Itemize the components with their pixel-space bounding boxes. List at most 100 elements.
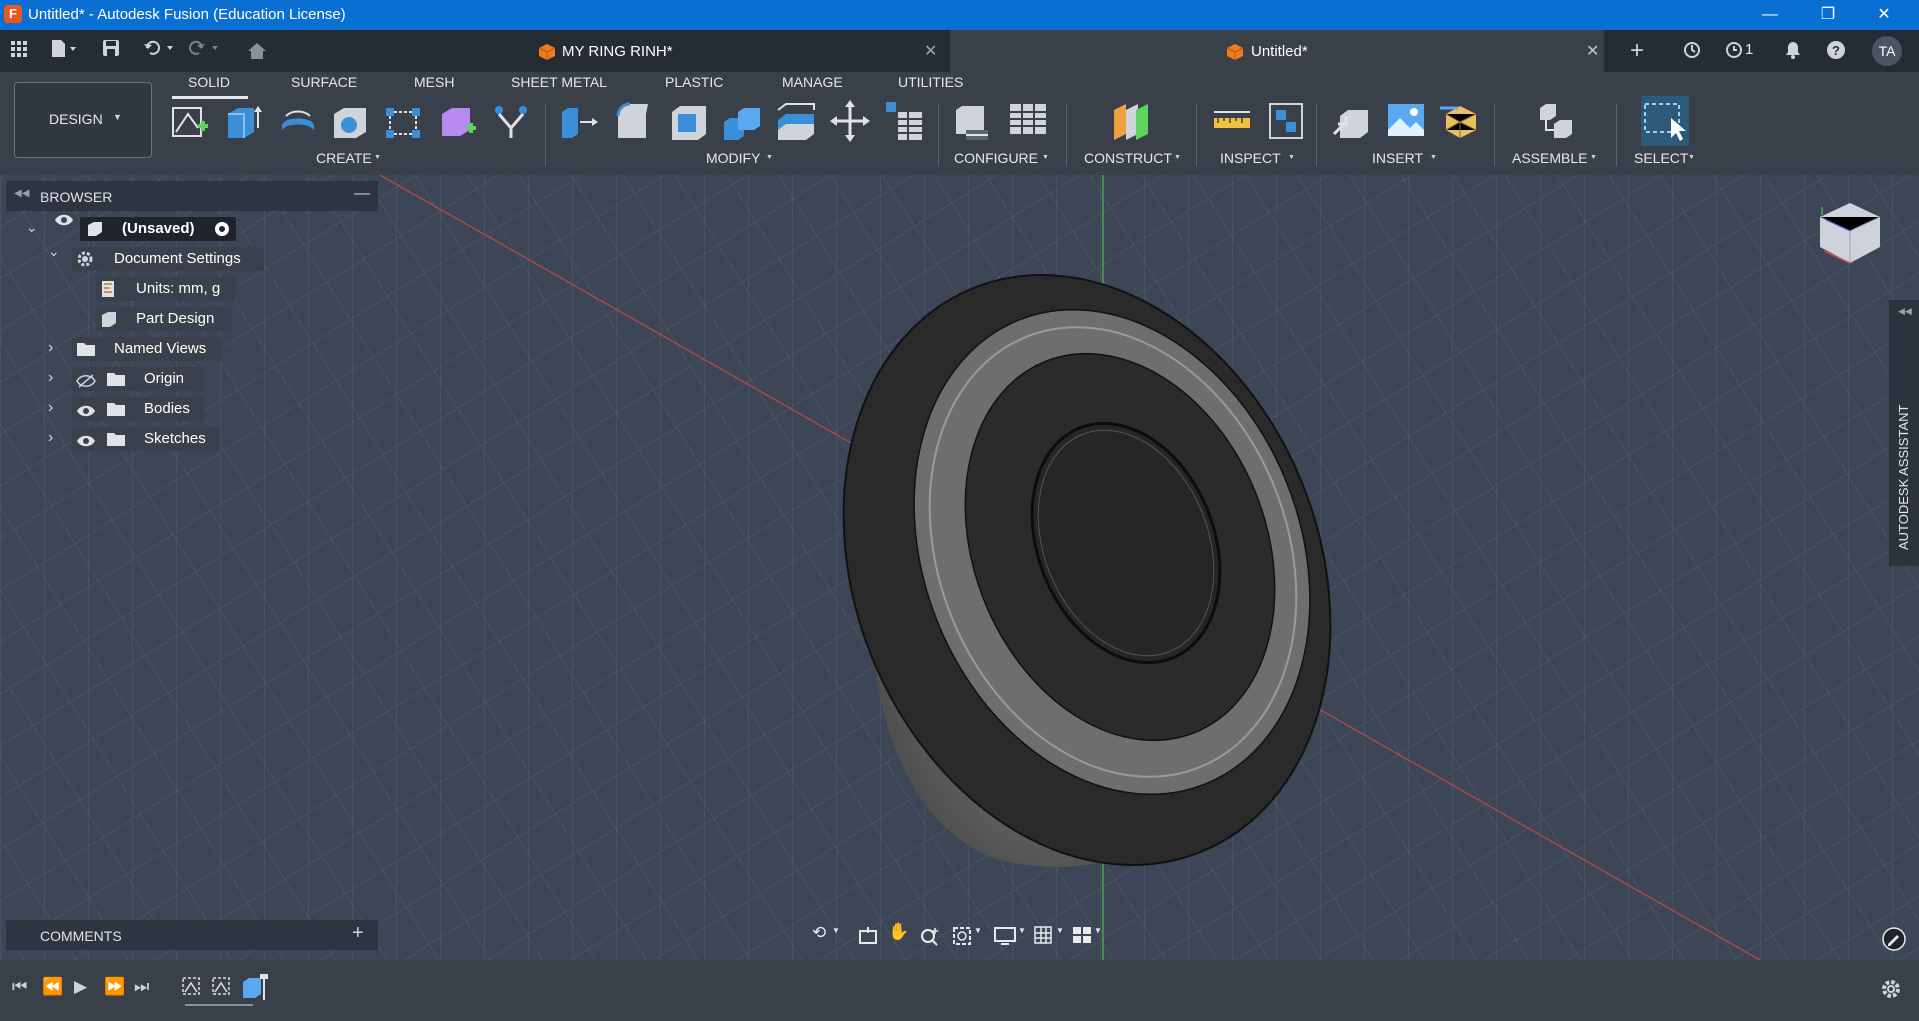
chevron-down-icon[interactable]: ▼ — [1042, 154, 1049, 161]
help-icon[interactable]: ? — [1826, 40, 1846, 65]
chevron-right-icon[interactable]: › — [48, 369, 53, 387]
refresh-icon[interactable] — [1682, 40, 1702, 65]
tab-solid[interactable]: SOLID — [188, 74, 230, 90]
derive-icon[interactable] — [492, 100, 532, 142]
select-group-label[interactable]: SELECT — [1634, 150, 1688, 166]
create-sketch-icon[interactable] — [170, 100, 210, 142]
hole-icon[interactable] — [330, 100, 370, 142]
chevron-down-icon[interactable]: ▼ — [1056, 926, 1064, 935]
tab-my-ring-rinh[interactable]: MY RING RINH* ✕ — [520, 30, 948, 72]
configure-table-icon[interactable] — [1008, 100, 1048, 142]
tree-document-settings[interactable]: Document Settings — [72, 247, 264, 271]
chevron-down-icon[interactable]: ▼ — [1018, 926, 1026, 935]
create-group-label[interactable]: CREATE — [316, 150, 372, 166]
tab-untitled[interactable]: Untitled* ✕ — [950, 30, 1604, 72]
tree-units[interactable]: Units: mm, g — [96, 277, 236, 301]
fillet-icon[interactable] — [614, 100, 654, 142]
insert-mesh-icon[interactable] — [1440, 100, 1480, 142]
sketch-pencil-icon[interactable] — [1882, 927, 1906, 956]
tab-surface[interactable]: SURFACE — [291, 74, 357, 90]
file-icon[interactable] — [50, 39, 78, 64]
display-settings-icon[interactable] — [994, 926, 1016, 951]
change-parameters-icon[interactable] — [884, 100, 924, 142]
tab-manage[interactable]: MANAGE — [782, 74, 843, 90]
fit-icon[interactable] — [952, 926, 972, 951]
offset-face-icon[interactable] — [776, 100, 816, 142]
shell-icon[interactable] — [668, 100, 708, 142]
tree-part-design[interactable]: Part Design — [96, 307, 232, 331]
timeline-extrude-feature-icon[interactable] — [240, 972, 270, 1007]
go-to-start-icon[interactable]: ⏮ — [12, 977, 27, 997]
tree-named-views[interactable]: Named Views — [72, 337, 222, 361]
user-avatar[interactable]: TA — [1872, 36, 1902, 66]
restore-button[interactable]: ❐ — [1800, 0, 1856, 30]
chevron-right-icon[interactable]: › — [48, 339, 53, 357]
tab-plastic[interactable]: PLASTIC — [665, 74, 723, 90]
inspect-group-label[interactable]: INSPECT — [1220, 150, 1281, 166]
chevron-right-icon[interactable]: › — [48, 399, 53, 417]
clock-icon[interactable] — [1724, 40, 1744, 65]
create-form-icon[interactable] — [438, 100, 478, 142]
3d-viewport[interactable]: ◀◀ BROWSER — ⌄ (Unsaved) ⌄ Document Sett… — [0, 175, 1919, 960]
construct-group-label[interactable]: CONSTRUCT — [1084, 150, 1172, 166]
offset-plane-icon[interactable] — [1110, 100, 1150, 142]
section-analysis-icon[interactable] — [1266, 100, 1306, 142]
step-forward-icon[interactable]: ⏩ — [104, 977, 125, 997]
go-to-end-icon[interactable]: ⏭ — [134, 977, 149, 997]
measure-icon[interactable] — [1212, 100, 1252, 142]
tab-mesh[interactable]: MESH — [414, 74, 454, 90]
eye-icon[interactable] — [76, 402, 96, 426]
redo-icon[interactable] — [186, 39, 222, 62]
workspace-switcher[interactable]: DESIGN ▼ — [14, 82, 152, 158]
orbit-icon[interactable]: ⟲ — [812, 923, 826, 943]
insert-group-label[interactable]: INSERT — [1372, 150, 1423, 166]
eye-hidden-icon[interactable] — [76, 372, 96, 396]
bell-icon[interactable] — [1784, 40, 1802, 65]
chevron-down-icon[interactable]: ▼ — [1094, 926, 1102, 935]
configure-icon[interactable] — [952, 100, 992, 142]
move-icon[interactable] — [830, 100, 870, 142]
activate-radio-icon[interactable] — [214, 221, 230, 242]
autodesk-assistant-panel[interactable]: ◀◀ AUTODESK ASSISTANT — [1889, 300, 1919, 566]
home-icon[interactable] — [247, 42, 267, 65]
combine-icon[interactable] — [722, 100, 762, 142]
insert-derive-icon[interactable] — [1332, 100, 1372, 142]
chevron-down-icon[interactable]: ▼ — [1590, 154, 1597, 161]
press-pull-icon[interactable] — [560, 100, 600, 142]
gear-icon[interactable] — [1880, 978, 1902, 1005]
extrude-icon[interactable] — [224, 100, 264, 142]
configure-group-label[interactable]: CONFIGURE — [954, 150, 1038, 166]
grid-icon[interactable] — [10, 40, 28, 63]
view-cube[interactable] — [1812, 195, 1892, 280]
minimize-panel-icon[interactable]: — — [354, 185, 370, 203]
select-tool[interactable] — [1641, 96, 1689, 146]
chevron-down-icon[interactable]: ▼ — [1288, 154, 1295, 161]
look-at-icon[interactable] — [858, 926, 878, 949]
eye-icon[interactable] — [54, 213, 74, 232]
new-tab-plus-icon[interactable]: + — [1630, 37, 1644, 65]
chevron-down-icon[interactable]: ▼ — [1174, 154, 1181, 161]
grid-settings-icon[interactable] — [1034, 926, 1052, 949]
undo-icon[interactable] — [143, 39, 179, 62]
step-back-icon[interactable]: ⏪ — [42, 977, 63, 997]
timeline-sketch-feature-icon[interactable] — [180, 975, 206, 1004]
zoom-icon[interactable] — [920, 926, 940, 951]
tab-sheet-metal[interactable]: SHEET METAL — [511, 74, 607, 90]
chevron-down-icon[interactable]: ▼ — [1688, 154, 1695, 161]
revolve-icon[interactable] — [278, 100, 318, 142]
new-component-icon[interactable] — [1536, 100, 1576, 142]
tab-utilities[interactable]: UTILITIES — [898, 74, 963, 90]
chevron-down-icon[interactable]: ▼ — [832, 926, 840, 935]
tree-sketches[interactable]: Sketches — [72, 427, 220, 451]
minimize-button[interactable]: — — [1742, 0, 1798, 30]
eye-icon[interactable] — [76, 432, 96, 456]
chevron-down-icon[interactable]: ⌄ — [48, 243, 60, 260]
chevron-down-icon[interactable]: ⌄ — [26, 219, 38, 236]
add-comment-icon[interactable]: + — [352, 922, 364, 945]
modify-group-label[interactable]: MODIFY — [706, 150, 760, 166]
play-icon[interactable]: ▶ — [74, 977, 87, 997]
close-tab-icon[interactable]: ✕ — [924, 41, 937, 61]
pan-icon[interactable]: ✋ — [888, 922, 909, 942]
assemble-group-label[interactable]: ASSEMBLE — [1512, 150, 1587, 166]
collapse-panel-icon[interactable]: ◀◀ — [14, 188, 29, 199]
